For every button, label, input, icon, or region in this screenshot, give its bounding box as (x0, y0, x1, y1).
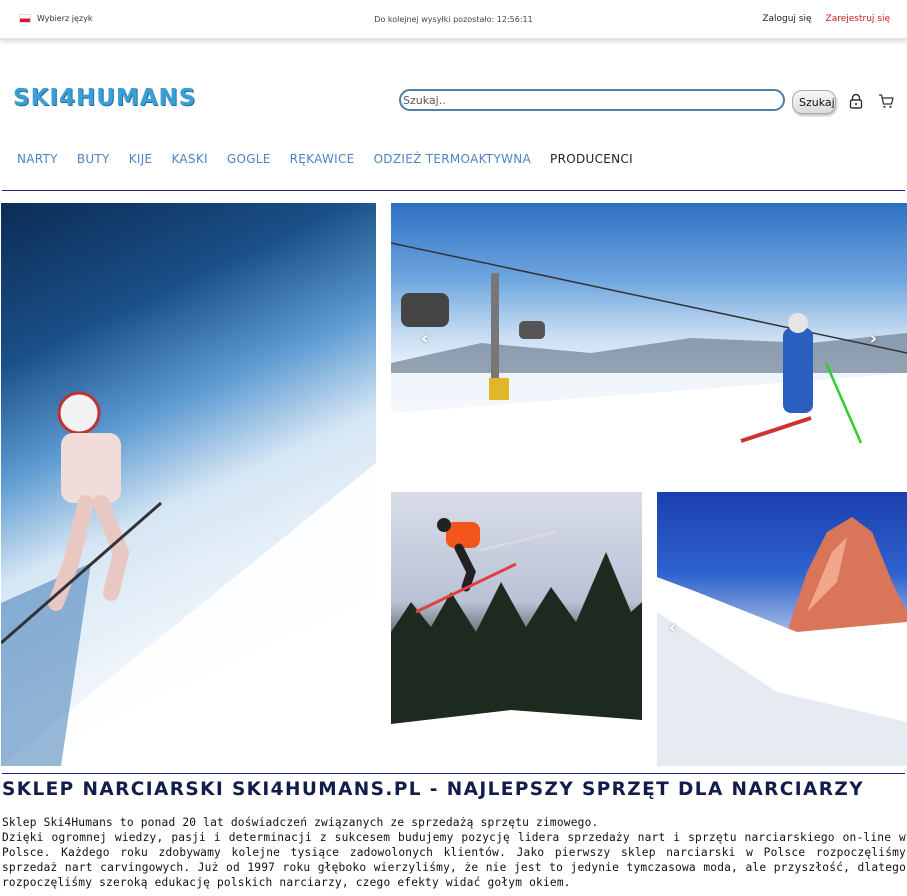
cart-icon[interactable] (878, 93, 894, 109)
nav-item-producenci[interactable]: PRODUCENCI (550, 152, 633, 166)
slider-next-arrow[interactable]: › (870, 328, 877, 349)
nav-item-rekawice[interactable]: RĘKAWICE (290, 152, 355, 166)
search-button[interactable]: Szukaj (792, 90, 836, 114)
hero-image-skier-downhill[interactable] (1, 203, 376, 766)
tile-image-ski-jump[interactable] (391, 492, 642, 766)
nav-item-buty[interactable]: BUTY (77, 152, 110, 166)
auth-links: Zaloguj się Zarejestruj się (762, 14, 890, 24)
slider-prev-arrow[interactable]: ‹ (421, 328, 428, 349)
tile-prev-arrow[interactable]: ‹ (669, 617, 676, 638)
nav-item-gogle[interactable]: GOGLE (227, 152, 271, 166)
main-nav: NARTY BUTY KIJE KASKI GOGLE RĘKAWICE ODZ… (17, 152, 652, 166)
description-line-1: Sklep Ski4Humans to ponad 20 lat doświad… (2, 816, 599, 829)
search-input[interactable] (399, 89, 785, 111)
tile-image-powder-mountain[interactable]: ‹ (657, 492, 907, 766)
description-line-2: Dzięki ogromnej wiedzy, pasji i determin… (2, 831, 906, 889)
nav-divider (2, 190, 905, 191)
slider-image-ski-lift[interactable]: ‹ › (391, 203, 907, 476)
register-link[interactable]: Zarejestruj się (826, 14, 890, 24)
nav-item-narty[interactable]: NARTY (17, 152, 58, 166)
nav-item-kije[interactable]: KIJE (129, 152, 153, 166)
page-heading: SKLEP NARCIARSKI SKI4HUMANS.PL - NAJLEPS… (2, 779, 864, 800)
top-bar: Wybierz język Do kolejnej wysyłki pozost… (0, 0, 907, 39)
lock-icon[interactable] (848, 93, 864, 109)
content-divider (2, 773, 905, 774)
site-logo[interactable]: SKI4HUMANS (13, 85, 196, 111)
nav-item-odziez-termoaktywna[interactable]: ODZIEŻ TERMOAKTYWNA (374, 152, 531, 166)
login-link[interactable]: Zaloguj się (762, 14, 811, 24)
nav-item-kaski[interactable]: KASKI (171, 152, 207, 166)
shop-description: Sklep Ski4Humans to ponad 20 lat doświad… (2, 815, 906, 890)
